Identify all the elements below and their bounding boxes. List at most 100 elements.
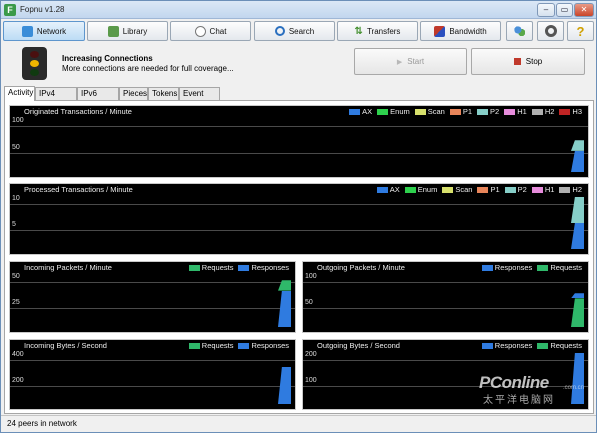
legend-swatch: [559, 108, 571, 115]
series-area-ax: [571, 223, 584, 249]
legend-item: Scan: [442, 185, 472, 194]
legend-swatch: [414, 108, 426, 115]
legend-swatch: [188, 264, 200, 271]
connection-status-area: Increasing Connections More connections …: [4, 44, 593, 84]
legend-label: H3: [572, 107, 582, 116]
tab-ipv6-peers[interactable]: IPv6 Peers: [77, 87, 119, 109]
stop-icon: [513, 58, 521, 65]
chart-legend: Responses Requests: [481, 263, 582, 272]
watermark: PConline 太平洋电脑网 .com.cn: [479, 373, 591, 406]
settings-icon: [544, 25, 557, 37]
chart-header: Outgoing Packets / Minute Responses Reques…: [303, 262, 588, 273]
tab-event-log[interactable]: Event Log: [179, 87, 220, 109]
legend-label: Requests: [550, 263, 582, 272]
legend-swatch: [531, 186, 543, 193]
start-button[interactable]: ▶ Start: [354, 48, 467, 75]
tab-pieces[interactable]: Pieces: [119, 87, 148, 100]
y-tick-label: 5: [12, 221, 16, 228]
series-area-ax: [571, 150, 584, 172]
settings-button[interactable]: [537, 21, 564, 41]
tab-strip: Activity IPv4 Peers IPv6 Peers Pieces To…: [4, 86, 594, 109]
incoming-packets-chart: Incoming Packets / Minute Requests Respons…: [8, 260, 297, 334]
legend-item: H1: [531, 185, 555, 194]
tab-tokens[interactable]: Tokens: [148, 87, 179, 100]
legend-item: Requests: [188, 263, 233, 272]
chart-legend: AX Enum Scan P1 P2 H1 H2 H3: [349, 107, 582, 116]
legend-swatch: [504, 186, 516, 193]
legend-label: Enum: [390, 107, 410, 116]
legend-label: AX: [362, 107, 373, 116]
legend-swatch: [188, 342, 200, 349]
toolbar-search-button[interactable]: Search: [254, 21, 335, 41]
help-icon: ?: [576, 23, 585, 39]
y-tick-label: 25: [12, 299, 20, 306]
chart-header: Processed Transactions / Minute AX Enum Sca…: [10, 184, 588, 195]
status-description: More connections are needed for full cov…: [62, 64, 234, 73]
chart-title: Incoming Packets / Minute: [24, 263, 112, 272]
close-button[interactable]: ✕: [574, 3, 594, 17]
legend-label: H1: [544, 185, 555, 194]
toolbar-label: Transfers: [366, 26, 401, 36]
stop-button[interactable]: Stop: [471, 48, 585, 75]
legend-label: P1: [462, 107, 473, 116]
series-area-responses: [278, 290, 291, 327]
legend-label: Scan: [427, 107, 445, 116]
legend-swatch: [377, 108, 389, 115]
series-area-requests: [571, 298, 584, 327]
legend-item: Requests: [537, 263, 582, 272]
legend-label: Responses: [494, 341, 533, 350]
help-button[interactable]: ?: [567, 21, 594, 41]
chart-header: Outgoing Bytes / Second Responses Requests: [303, 340, 588, 351]
legend-item: H2: [559, 185, 582, 194]
toolbar-transfers-button[interactable]: ⇅ Transfers: [337, 21, 418, 41]
traffic-light-icon: [22, 47, 47, 80]
legend-item: AX: [376, 185, 400, 194]
legend-item: Responses: [481, 263, 533, 272]
legend-item: Responses: [481, 341, 533, 350]
users-button[interactable]: [506, 21, 533, 41]
legend-swatch: [559, 186, 571, 193]
grid-line: [303, 360, 588, 361]
y-tick-label: 400: [12, 351, 24, 358]
legend-item: H1: [504, 107, 527, 116]
legend-label: Scan: [455, 185, 473, 194]
stop-label: Stop: [525, 57, 543, 66]
y-tick-label: 100: [305, 273, 317, 280]
chart-legend: Requests Responses: [188, 341, 289, 350]
chart-legend: Requests Responses: [188, 263, 289, 272]
series-area-responses: [278, 367, 291, 404]
legend-label: Enum: [417, 185, 438, 194]
y-tick-label: 200: [305, 351, 317, 358]
legend-swatch: [537, 342, 549, 349]
users-icon: [514, 25, 525, 37]
tab-ipv4-peers[interactable]: IPv4 Peers: [35, 87, 77, 109]
activity-panel: Originated Transactions / Minute AX Enum Sc…: [4, 100, 594, 414]
toolbar-library-button[interactable]: Library: [87, 21, 168, 41]
grid-line: [10, 230, 588, 231]
chart-header: Originated Transactions / Minute AX Enum Sc…: [10, 106, 588, 117]
legend-item: AX: [349, 107, 372, 116]
legend-swatch: [481, 342, 493, 349]
toolbar-label: Library: [122, 26, 148, 36]
toolbar-bandwidth-button[interactable]: Bandwidth: [420, 21, 501, 41]
tab-activity[interactable]: Activity: [4, 86, 35, 101]
legend-swatch: [449, 108, 461, 115]
legend-swatch: [477, 108, 489, 115]
maximize-button[interactable]: ▭: [556, 3, 573, 17]
toolbar-network-button[interactable]: Network: [3, 21, 85, 41]
grid-line: [10, 308, 295, 309]
legend-item: P1: [477, 185, 500, 194]
library-icon: [107, 25, 119, 37]
legend-label: Requests: [201, 341, 234, 350]
legend-label: Responses: [494, 263, 533, 272]
y-tick-label: 200: [12, 376, 24, 384]
series-area-p2: [571, 197, 584, 223]
legend-item: P2: [504, 185, 527, 194]
chart-legend: AX Enum Scan P1 P2 H1 H2: [376, 185, 582, 194]
minimize-button[interactable]: –: [537, 3, 555, 17]
incoming-bytes-chart: Incoming Bytes / Second Requests Responses…: [8, 338, 297, 411]
toolbar-chat-button[interactable]: Chat: [170, 21, 251, 41]
watermark-domain: .com.cn: [563, 385, 585, 391]
chart-title: Processed Transactions / Minute: [24, 185, 133, 194]
legend-swatch: [238, 264, 250, 271]
